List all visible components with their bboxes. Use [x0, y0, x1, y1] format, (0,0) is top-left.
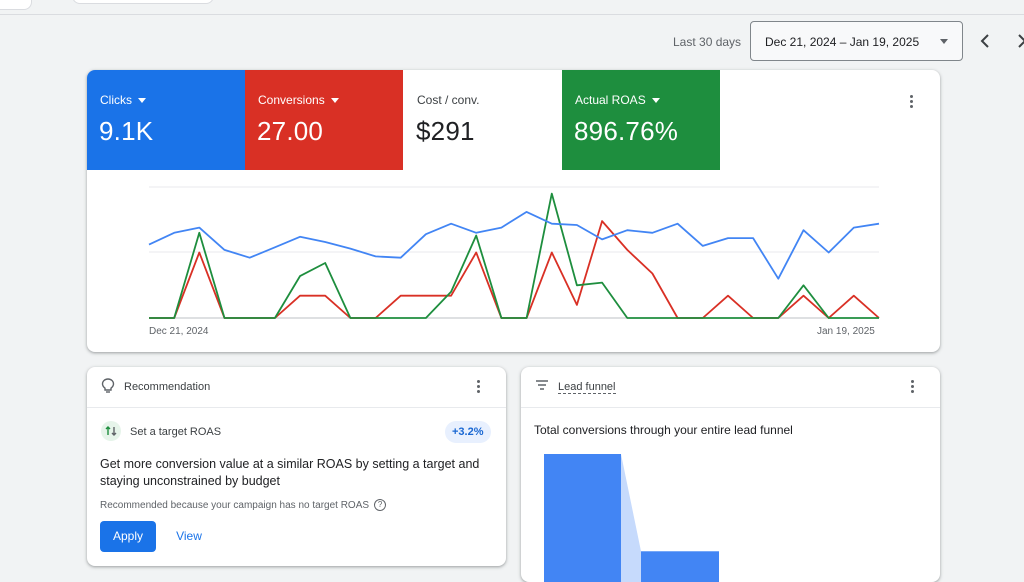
metric-value: 9.1K [99, 116, 154, 146]
x-axis-end-label: Jan 19, 2025 [817, 326, 875, 337]
date-range-select[interactable]: Dec 21, 2024 – Jan 19, 2025 [750, 21, 963, 61]
metric-label: Clicks [100, 93, 132, 107]
funnel-chart [544, 454, 719, 582]
metric-conversions[interactable]: Conversions 27.00 [245, 70, 403, 170]
lead-funnel-card: Lead funnel Total conversions through yo… [521, 367, 940, 582]
view-button[interactable]: View [169, 521, 209, 552]
metric-value: 896.76% [574, 116, 679, 146]
recommendation-card: Recommendation Set a target ROAS +3.2% G… [87, 367, 506, 566]
next-period-button[interactable] [1012, 30, 1024, 52]
lightbulb-icon [101, 378, 115, 399]
performance-card: Clicks 9.1K Conversions 27.00 Cost / con… [87, 70, 940, 352]
date-preset-label: Last 30 days [673, 35, 742, 49]
metric-label: Conversions [258, 93, 325, 107]
dropdown-icon [651, 97, 660, 103]
top-chip[interactable] [0, 0, 32, 10]
series-line [149, 220, 880, 319]
line-chart [148, 186, 880, 319]
top-strip [0, 0, 1024, 15]
funnel-bar [544, 454, 621, 582]
recommendation-text: Get more conversion value at a similar R… [100, 457, 480, 488]
date-range-value: Dec 21, 2024 – Jan 19, 2025 [765, 35, 920, 49]
trend-arrows-icon [101, 421, 121, 441]
metric-value: $291 [416, 116, 475, 146]
metric-label: Actual ROAS [575, 93, 646, 107]
card-header: Recommendation [87, 367, 506, 408]
note-text: Recommended because your campaign has no… [100, 499, 370, 511]
top-chip[interactable] [72, 0, 214, 4]
uplift-badge: +3.2% [445, 421, 491, 443]
funnel-bar [641, 551, 719, 582]
funnel-connector [621, 454, 641, 582]
metric-value: 27.00 [257, 116, 324, 146]
metric-label: Cost / conv. [417, 93, 480, 107]
recommendation-subtitle: Set a target ROAS [130, 426, 222, 438]
apply-button[interactable]: Apply [100, 521, 156, 552]
previous-period-button[interactable] [975, 30, 995, 52]
chevron-left-icon [980, 34, 989, 48]
metric-clicks[interactable]: Clicks 9.1K [87, 70, 245, 170]
metric-actual-roas[interactable]: Actual ROAS 896.76% [562, 70, 720, 170]
more-options-icon[interactable] [471, 377, 487, 397]
card-title: Recommendation [124, 381, 211, 393]
series-line [148, 211, 880, 280]
recommendation-note: Recommended because your campaign has no… [100, 499, 387, 511]
performance-chart: Dec 21, 2024 Jan 19, 2025 [87, 170, 940, 352]
help-icon[interactable]: ? [374, 499, 387, 511]
caret-down-icon [940, 39, 948, 44]
metric-cost-per-conv[interactable]: Cost / conv. $291 [404, 70, 562, 170]
dropdown-icon [330, 97, 339, 103]
more-options-icon[interactable] [904, 92, 920, 112]
series-line [149, 192, 879, 319]
x-axis-start-label: Dec 21, 2024 [149, 326, 209, 337]
chevron-right-icon [1018, 34, 1024, 48]
dropdown-icon [138, 97, 146, 103]
